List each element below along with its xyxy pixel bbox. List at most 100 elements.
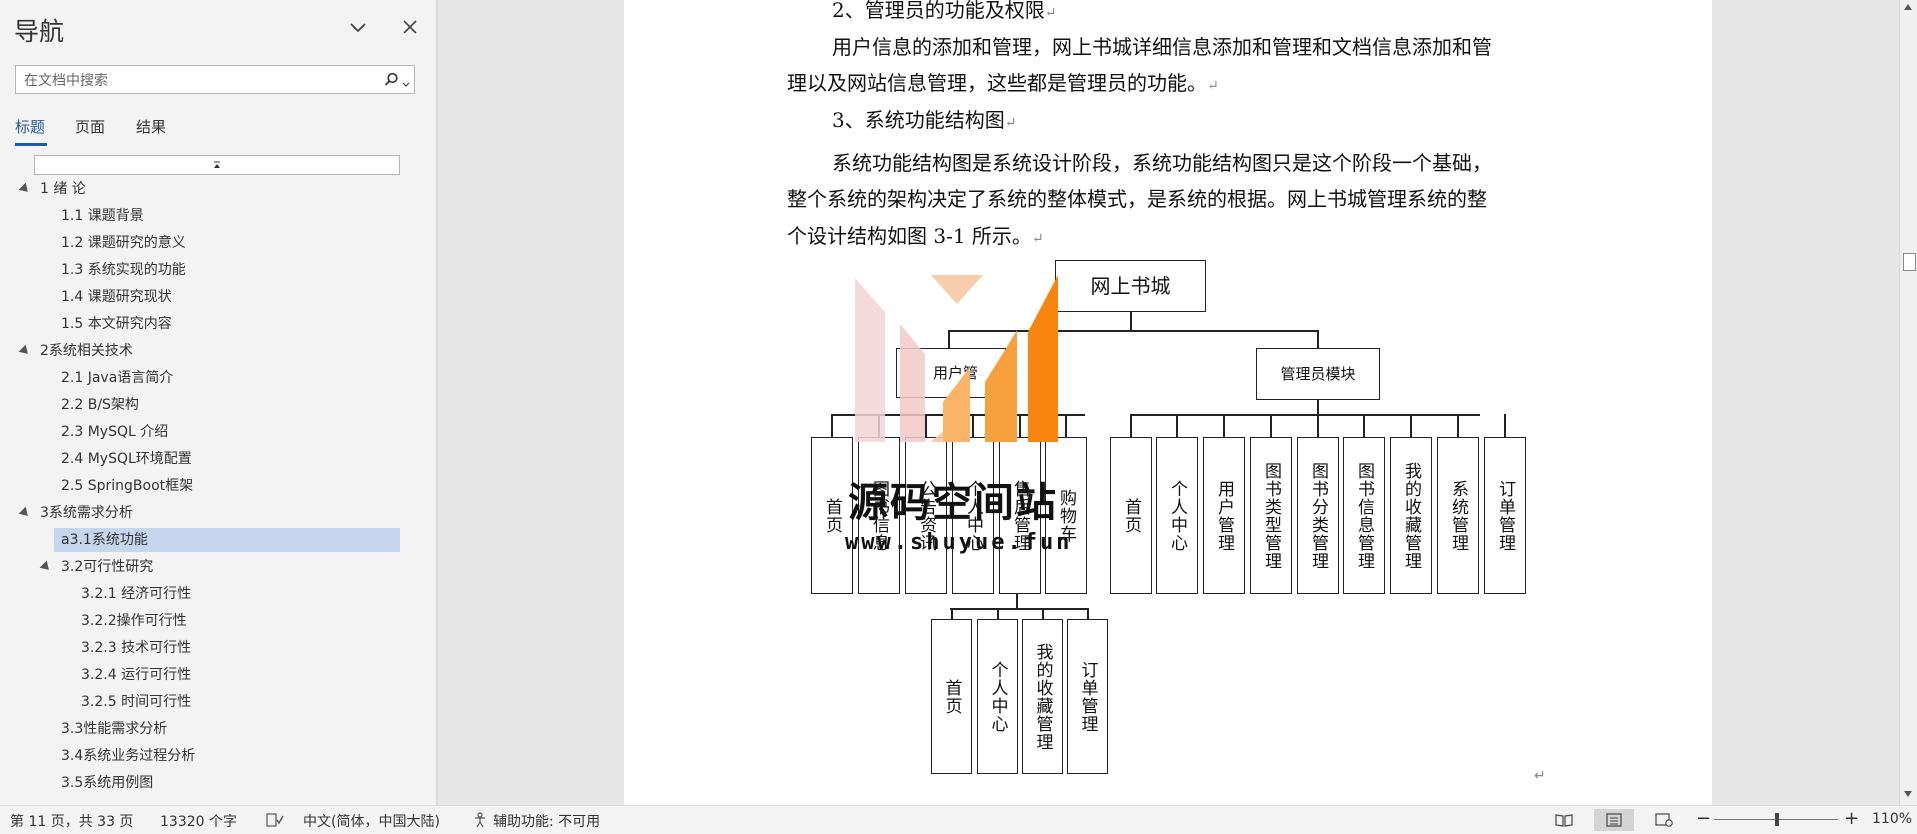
expanded-triangle-icon[interactable] [18, 182, 32, 196]
tab-headings[interactable]: 标题 [15, 116, 45, 137]
diagram-node: 图书信息管理 [1343, 437, 1385, 594]
scrollbar-thumb[interactable] [1903, 253, 1916, 271]
zoom-level[interactable]: 110% [1872, 811, 1912, 827]
nav-heading-item[interactable]: 1.5 本文研究内容 [61, 312, 172, 336]
web-layout-icon[interactable] [1644, 809, 1684, 831]
nav-heading-item[interactable]: 2.4 MySQL环境配置 [61, 447, 192, 471]
expanded-triangle-icon[interactable] [39, 560, 53, 574]
nav-heading-item[interactable]: 3.2可行性研究 [39, 555, 154, 579]
word-count[interactable]: 13320 个字 [160, 811, 237, 831]
accessibility-icon[interactable] [472, 812, 490, 832]
close-icon[interactable] [397, 14, 423, 40]
nav-heading-label: 3系统需求分析 [40, 505, 133, 521]
nav-heading-item[interactable]: 1.1 课题背景 [61, 204, 144, 228]
connector [831, 414, 833, 437]
zoom-slider-thumb[interactable] [1775, 813, 1779, 826]
body-text-line: 理以及网站信息管理，这些都是管理员的功能。↵ [787, 71, 1219, 95]
vertical-scrollbar[interactable] [1899, 0, 1917, 805]
nav-heading-label: 2.4 MySQL环境配置 [61, 451, 192, 467]
connector [1130, 312, 1132, 330]
nav-heading-label: 3.2可行性研究 [61, 559, 154, 575]
diagram-node: 个人中心 [977, 619, 1018, 774]
nav-heading-label: 2.3 MySQL 介绍 [61, 424, 169, 440]
zoom-in-icon[interactable]: + [1844, 808, 1859, 829]
heading-admin-functions: 2、管理员的功能及权限↵ [832, 0, 1057, 22]
nav-heading-item[interactable]: a3.1系统功能 [54, 528, 400, 552]
connector [1176, 414, 1178, 437]
connector [1317, 330, 1319, 348]
tab-results[interactable]: 结果 [136, 116, 166, 137]
connector [1457, 414, 1459, 437]
connector [1086, 608, 1089, 619]
language-indicator[interactable]: 中文(简体，中国大陆) [303, 811, 440, 831]
connector [996, 608, 999, 619]
proofing-icon[interactable] [266, 812, 284, 832]
connector [1016, 594, 1018, 608]
nav-heading-label: 3.5系统用例图 [61, 775, 154, 791]
tree-scroll-up-button[interactable] [34, 155, 400, 175]
diagram-node: 订单管理 [1484, 437, 1526, 594]
nav-heading-item[interactable]: 1.3 系统实现的功能 [61, 258, 186, 282]
read-mode-icon[interactable] [1544, 809, 1584, 831]
status-bar: 第 11 页，共 33 页 13320 个字 中文(简体，中国大陆) 辅助功能:… [0, 805, 1917, 834]
expanded-triangle-icon[interactable] [18, 344, 32, 358]
nav-heading-label: 2.2 B/S架构 [61, 397, 139, 413]
nav-heading-item[interactable]: 2.1 Java语言简介 [61, 366, 173, 390]
nav-heading-label: 3.2.1 经济可行性 [81, 586, 192, 602]
nav-heading-item[interactable]: 2.3 MySQL 介绍 [61, 420, 168, 444]
node-admin-module: 管理员模块 [1256, 348, 1380, 400]
heading-structure-chart: 3、系统功能结构图↵ [832, 108, 1017, 132]
nav-heading-label: 2.1 Java语言简介 [61, 370, 174, 386]
diagram-node: 订单管理 [1067, 619, 1108, 774]
nav-heading-item[interactable]: 3系统需求分析 [18, 501, 133, 525]
zoom-out-icon[interactable]: − [1696, 808, 1711, 829]
scroll-up-icon[interactable] [1903, 3, 1913, 11]
nav-heading-label: 1.2 课题研究的意义 [61, 235, 186, 251]
watermark-text: 源码空间站 [848, 480, 1058, 526]
nav-heading-item[interactable]: 3.3性能需求分析 [61, 717, 167, 741]
connector [1410, 414, 1412, 437]
search-options-chevron-icon[interactable] [402, 74, 410, 93]
chevron-down-icon[interactable] [345, 15, 371, 41]
nav-heading-item[interactable]: 1 绪 论 [18, 177, 86, 201]
nav-heading-item[interactable]: 3.2.5 时间可行性 [81, 690, 191, 714]
nav-heading-item[interactable]: 2系统相关技术 [18, 339, 133, 363]
nav-heading-item[interactable]: 3.2.1 经济可行性 [81, 582, 191, 606]
nav-heading-label: 3.2.5 时间可行性 [81, 694, 192, 710]
scroll-down-icon[interactable] [1903, 790, 1913, 798]
expanded-triangle-icon[interactable] [18, 506, 32, 520]
connector [950, 608, 953, 619]
page-count[interactable]: 第 11 页，共 33 页 [10, 811, 133, 831]
diagram-node: 系统管理 [1437, 437, 1479, 594]
nav-heading-item[interactable]: 2.2 B/S架构 [61, 393, 139, 417]
accessibility-status[interactable]: 辅助功能: 不可用 [493, 811, 600, 831]
connector [1363, 414, 1365, 437]
connector [1130, 414, 1480, 416]
watermark-url: www.shuyue.fun [845, 530, 1073, 555]
connector [1317, 400, 1319, 414]
nav-heading-item[interactable]: 1.4 课题研究现状 [61, 285, 172, 309]
connector [1130, 414, 1132, 437]
nav-heading-item[interactable]: 3.2.4 运行可行性 [81, 663, 191, 687]
nav-heading-label: 3.3性能需求分析 [61, 721, 168, 737]
body-text-line: 整个系统的架构决定了系统的整体模式，是系统的根据。网上书城管理系统的整 [787, 187, 1487, 211]
search-icon[interactable] [384, 72, 399, 91]
tab-pages[interactable]: 页面 [75, 116, 105, 137]
nav-heading-item[interactable]: 3.2.3 技术可行性 [81, 636, 191, 660]
nav-heading-item[interactable]: 3.2.2操作可行性 [81, 609, 187, 633]
print-layout-icon[interactable] [1594, 809, 1634, 831]
active-tab-indicator [15, 143, 47, 146]
document-page[interactable] [624, 0, 1712, 805]
diagram-node: 图书类型管理 [1250, 437, 1292, 594]
scroll-top-icon [214, 161, 220, 168]
nav-heading-label: 3.4系统业务过程分析 [61, 748, 196, 764]
search-input[interactable] [22, 70, 386, 92]
nav-heading-item[interactable]: 1.2 课题研究的意义 [61, 231, 186, 255]
nav-heading-item[interactable]: 3.5系统用例图 [61, 771, 153, 795]
nav-title: 导航 [14, 17, 65, 46]
nav-heading-item[interactable]: 2.5 SpringBoot框架 [61, 474, 193, 498]
connector [1504, 414, 1506, 437]
diagram-node: 首页 [811, 437, 853, 594]
nav-heading-label: 3.2.2操作可行性 [81, 613, 187, 629]
nav-heading-item[interactable]: 3.4系统业务过程分析 [61, 744, 195, 768]
